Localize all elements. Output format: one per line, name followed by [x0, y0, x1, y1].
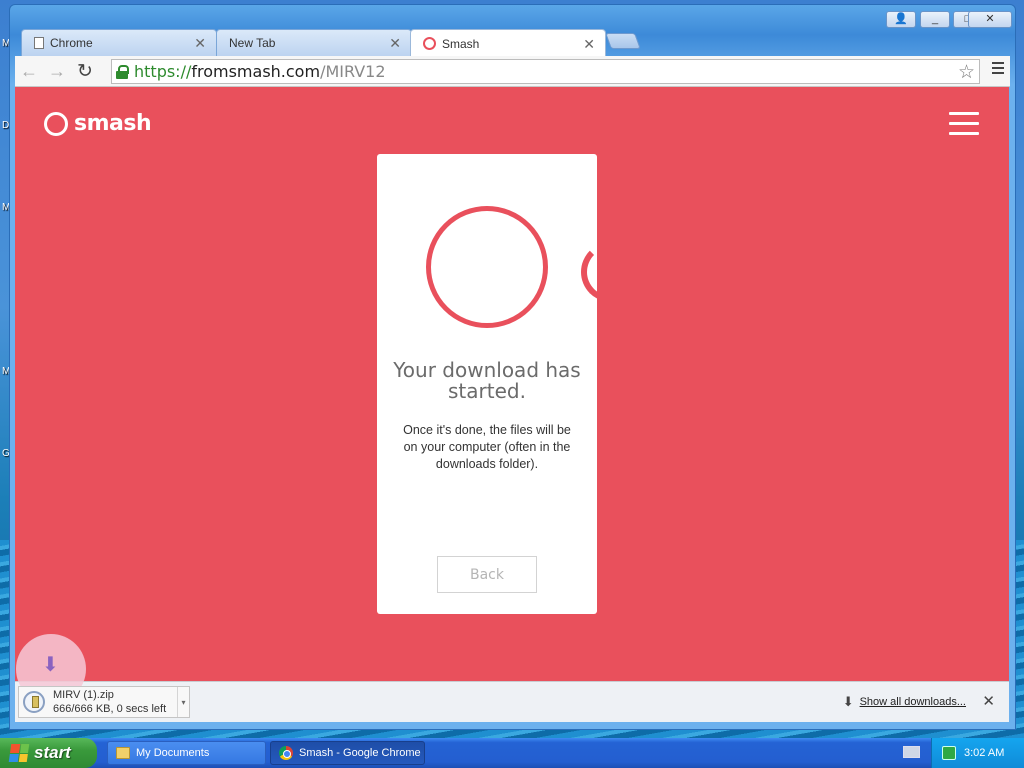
- show-all-downloads-label: Show all downloads...: [859, 696, 966, 708]
- brand-name: smash: [74, 111, 152, 136]
- zip-file-icon: [23, 691, 45, 713]
- download-shelf: ⬇ MIRV (1).zip 666/666 KB, 0 secs left ▾…: [15, 634, 1009, 722]
- download-icon: ⬇: [842, 694, 854, 709]
- smash-icon: [423, 37, 436, 50]
- windows-flag-icon: [8, 744, 30, 762]
- taskbar-button-my-documents[interactable]: My Documents: [107, 741, 266, 765]
- taskbar-button-label: Smash - Google Chrome: [299, 747, 421, 759]
- show-all-downloads-link[interactable]: ⬇ Show all downloads...: [843, 694, 966, 710]
- smash-logo-icon: [44, 111, 68, 136]
- tab-title: Chrome: [50, 36, 93, 50]
- animation-ring: [581, 242, 597, 302]
- back-button[interactable]: ←: [15, 59, 43, 83]
- chrome-icon: [279, 746, 293, 760]
- start-button[interactable]: start: [0, 738, 97, 768]
- download-title: Your download has started.: [393, 358, 581, 403]
- taskbar-button-label: My Documents: [136, 747, 210, 759]
- system-tray: 3:02 AM: [931, 738, 1024, 768]
- download-status: 666/666 KB, 0 secs left: [53, 703, 167, 715]
- reload-button[interactable]: ↻: [71, 59, 99, 83]
- download-arrow-icon: ⬇: [42, 654, 59, 676]
- hamburger-menu-icon[interactable]: [949, 112, 979, 142]
- folder-icon: [116, 747, 130, 759]
- page-icon: [34, 37, 44, 49]
- taskbar-button-chrome[interactable]: Smash - Google Chrome: [270, 741, 425, 765]
- bookmark-star-icon[interactable]: ☆: [958, 61, 975, 84]
- url-text[interactable]: https://fromsmash.com/MIRV12: [134, 62, 386, 81]
- network-icon[interactable]: [942, 746, 956, 760]
- close-window-button[interactable]: ✕: [968, 11, 1012, 28]
- keyboard-icon[interactable]: [903, 746, 920, 758]
- page-content: smash Your download has started. Once it…: [15, 87, 1009, 681]
- tab-smash[interactable]: Smash ✕: [410, 29, 606, 57]
- progress-ring: [426, 206, 548, 328]
- close-shelf-icon[interactable]: ✕: [982, 692, 995, 710]
- start-label: start: [34, 743, 71, 762]
- close-tab-icon[interactable]: ✕: [389, 36, 401, 50]
- tab-title: New Tab: [229, 36, 276, 50]
- forward-button[interactable]: →: [43, 59, 71, 83]
- clock[interactable]: 3:02 AM: [964, 747, 1004, 759]
- chrome-menu-icon[interactable]: [992, 62, 1004, 77]
- new-tab-button[interactable]: [605, 33, 641, 49]
- minimize-button[interactable]: _: [920, 11, 950, 28]
- tab-title: Smash: [442, 36, 480, 51]
- browser-toolbar: ← → ↻ https://fromsmash.com/MIRV12 ☆: [15, 56, 1010, 87]
- address-bar[interactable]: https://fromsmash.com/MIRV12 ☆: [111, 59, 980, 84]
- close-tab-icon[interactable]: ✕: [194, 36, 206, 50]
- profile-button[interactable]: 👤: [886, 11, 916, 28]
- lock-icon[interactable]: [116, 64, 129, 79]
- back-button[interactable]: Back: [437, 556, 537, 593]
- download-card: Your download has started. Once it's don…: [377, 154, 597, 614]
- download-options-chevron-icon[interactable]: ▾: [177, 687, 189, 717]
- smash-logo[interactable]: smash: [44, 111, 152, 136]
- tab-chrome[interactable]: Chrome ✕: [21, 29, 217, 56]
- download-file-name: MIRV (1).zip: [53, 689, 114, 701]
- taskbar: start My Documents Smash - Google Chrome…: [0, 738, 1024, 768]
- close-tab-icon[interactable]: ✕: [583, 37, 595, 51]
- download-item[interactable]: MIRV (1).zip 666/666 KB, 0 secs left ▾: [18, 686, 190, 718]
- download-message: Once it's done, the files will be on you…: [403, 423, 571, 471]
- tab-new-tab[interactable]: New Tab ✕: [216, 29, 412, 56]
